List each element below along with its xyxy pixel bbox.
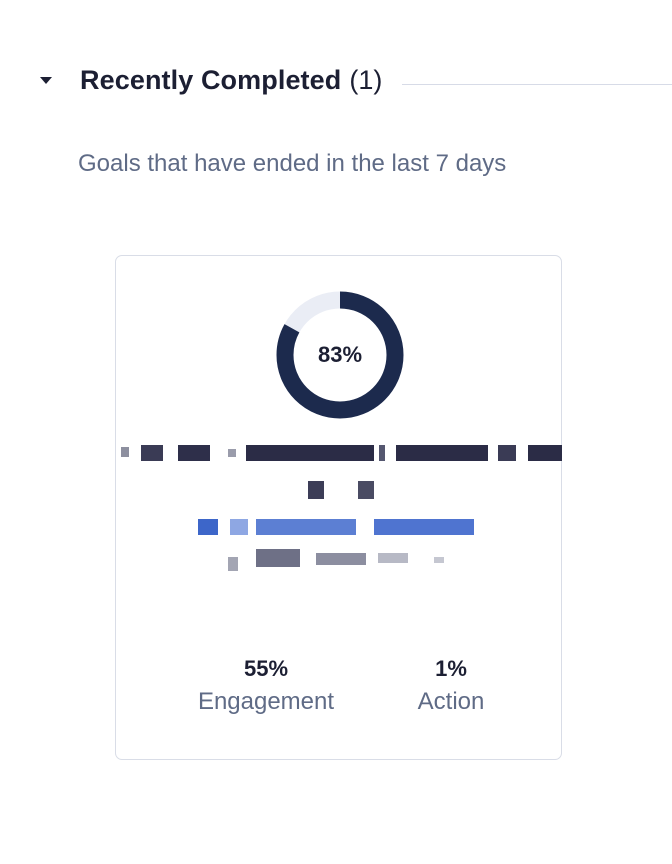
section-divider	[402, 83, 672, 85]
section-title: Recently Completed	[80, 64, 342, 95]
goal-card[interactable]: 83% 55% Engagement 1% Action	[115, 255, 562, 760]
action-stat: 1% Action	[386, 656, 516, 716]
engagement-value: 55%	[243, 656, 289, 681]
action-value: 1%	[435, 656, 467, 681]
collapse-caret-icon[interactable]	[40, 76, 52, 84]
action-label: Action	[417, 688, 485, 715]
redacted-goal-details	[116, 441, 563, 586]
engagement-label: Engagement	[197, 688, 335, 715]
section-count: (1)	[349, 64, 383, 95]
engagement-stat: 55% Engagement	[186, 656, 346, 716]
progress-percent: 83%	[317, 342, 363, 367]
section-header: Recently Completed (1)	[36, 60, 672, 100]
section-subtitle: Goals that have ended in the last 7 days	[78, 150, 507, 177]
